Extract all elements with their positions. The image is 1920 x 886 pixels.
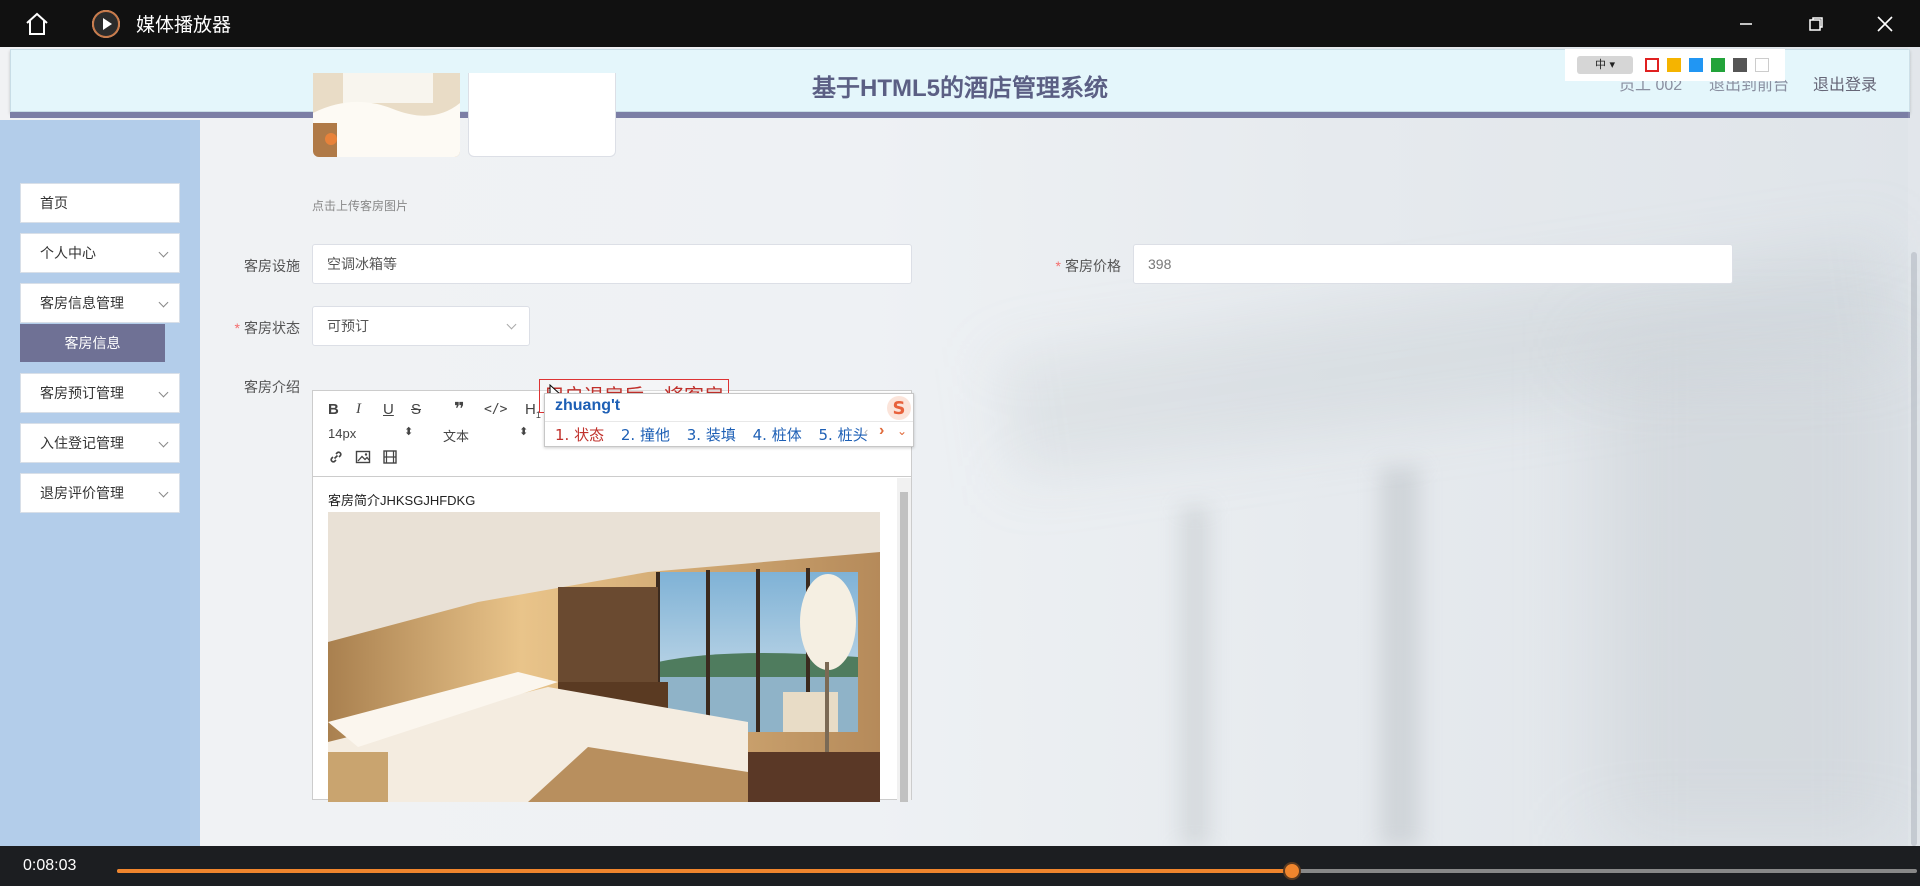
progress-fill — [117, 869, 1292, 873]
sidebar-item-checkout-review[interactable]: 退房评价管理 — [20, 473, 180, 513]
close-icon[interactable] — [1855, 0, 1915, 47]
ime-divider — [545, 421, 913, 422]
link-icon[interactable] — [328, 449, 344, 469]
ime-language-toggle[interactable]: 中 ▾ — [1577, 56, 1633, 74]
facilities-label: 客房设施 — [244, 258, 300, 274]
italic-icon[interactable]: I — [356, 401, 361, 418]
media-player-logo-icon — [92, 9, 120, 38]
required-mark: * — [234, 320, 240, 336]
color-swatch[interactable] — [1733, 58, 1747, 72]
editor-scrollbar-thumb[interactable] — [900, 492, 908, 802]
ime-pinyin-input: zhuang't — [555, 397, 621, 414]
color-swatch[interactable] — [1645, 58, 1659, 72]
chevron-down-icon — [158, 487, 169, 498]
ime-candidate[interactable]: 1. 状态 — [555, 426, 604, 444]
underline-icon[interactable]: U — [383, 401, 394, 418]
sidebar-item-label: 客房预订管理 — [40, 385, 124, 401]
color-swatch[interactable] — [1689, 58, 1703, 72]
status-select-value: 可预订 — [327, 318, 369, 334]
color-swatch[interactable] — [1711, 58, 1725, 72]
sogou-logo-icon: S — [885, 394, 913, 427]
upload-hint: 点击上传客房图片 — [312, 199, 409, 213]
ime-candidate[interactable]: 3. 装填 — [687, 426, 736, 444]
status-label: * 客房状态 — [200, 318, 300, 338]
editor-content[interactable]: 客房简介JHKSGJHFDKG — [313, 478, 911, 802]
background-blur — [1180, 507, 1210, 846]
sidebar-item-booking[interactable]: 客房预订管理 — [20, 373, 180, 413]
player-titlebar: 媒体播放器 — [0, 0, 1920, 47]
sidebar-item-label: 个人中心 — [40, 245, 96, 261]
player-title: 媒体播放器 — [136, 14, 232, 36]
background-blur — [1600, 347, 1900, 846]
player-controls: 0:08:03 — [0, 846, 1920, 886]
svg-text:S: S — [893, 398, 906, 419]
sidebar-item-label: 入住登记管理 — [40, 435, 124, 451]
ime-candidate[interactable]: 2. 撞他 — [621, 426, 670, 444]
ime-toolbar: 中 ▾ — [1565, 49, 1785, 81]
page-scrollbar[interactable] — [1908, 47, 1920, 846]
sidebar-item-room-info[interactable]: 客房信息管理 — [20, 283, 180, 323]
page-scrollbar-thumb[interactable] — [1911, 252, 1917, 846]
select-arrows-icon: ⬍ — [519, 426, 529, 438]
sidebar-item-label: 首页 — [40, 195, 68, 211]
font-size-select[interactable]: 14px — [328, 426, 356, 441]
image-icon[interactable] — [355, 449, 371, 469]
background-blur — [1380, 467, 1420, 846]
playback-time: 0:08:03 — [23, 857, 77, 874]
rich-text-editor: B I U S ❞ </> H1 14px ⬍ 文本 ⬍ 客房简介JHKSGJH… — [312, 390, 912, 802]
status-select[interactable]: 可预订 — [312, 306, 530, 346]
ime-candidates: 1. 状态 2. 撞他 3. 装填 4. 桩体 5. 桩头 — [555, 424, 880, 445]
price-input[interactable]: 398 — [1133, 244, 1733, 284]
chevron-down-icon — [506, 319, 517, 330]
next-page-icon[interactable]: › — [879, 422, 884, 440]
color-swatch[interactable] — [1755, 58, 1769, 72]
intro-label: 客房介绍 — [244, 379, 300, 395]
code-icon[interactable]: </> — [484, 402, 507, 417]
minimize-icon[interactable] — [1716, 0, 1776, 47]
color-swatch[interactable] — [1667, 58, 1681, 72]
sidebar-item-profile[interactable]: 个人中心 — [20, 233, 180, 273]
sidebar-item-label: 客房信息管理 — [40, 295, 124, 311]
chevron-down-icon — [158, 297, 169, 308]
sidebar-subitem-room-info[interactable]: 客房信息 — [20, 324, 165, 362]
ime-color-swatches — [1645, 58, 1777, 72]
room-image-thumbnail[interactable] — [313, 73, 460, 157]
editor-scrollbar[interactable] — [897, 478, 911, 802]
strikethrough-icon[interactable]: S — [411, 401, 421, 418]
progress-knob[interactable] — [1283, 862, 1301, 880]
price-label-text: 客房价格 — [1065, 258, 1121, 274]
facilities-input[interactable]: 空调冰箱等 — [312, 244, 912, 284]
select-arrows-icon: ⬍ — [404, 426, 414, 438]
required-mark: * — [1055, 258, 1061, 274]
chevron-down-icon — [158, 247, 169, 258]
hotel-room-photo — [328, 512, 880, 802]
bold-icon[interactable]: B — [328, 401, 339, 418]
sidebar-item-home[interactable]: 首页 — [20, 183, 180, 223]
prev-page-icon[interactable]: ‹ — [864, 424, 868, 439]
logout-link[interactable]: 退出登录 — [1813, 71, 1877, 95]
video-icon[interactable] — [382, 449, 398, 469]
ime-candidate-window: zhuang't S 1. 状态 2. 撞他 3. 装填 4. 桩体 5. 桩头… — [544, 393, 914, 447]
hotel-admin-page: 基于HTML5的酒店管理系统 员工 002 退出到前台 退出登录 首页 个人中心… — [0, 47, 1920, 846]
ime-candidate[interactable]: 4. 桩体 — [753, 426, 802, 444]
chevron-down-icon — [158, 387, 169, 398]
expand-icon[interactable]: ⌄ — [897, 424, 907, 438]
ime-candidate[interactable]: 5. 桩头 — [819, 426, 868, 444]
status-label-text: 客房状态 — [244, 320, 300, 336]
sidebar-item-checkin[interactable]: 入住登记管理 — [20, 423, 180, 463]
header-underline — [10, 112, 1910, 118]
blockquote-icon[interactable]: ❞ — [454, 399, 465, 420]
home-icon[interactable] — [20, 7, 54, 41]
sidebar-item-label: 退房评价管理 — [40, 485, 124, 501]
upload-image-box[interactable] — [468, 73, 616, 157]
price-label: * 客房价格 — [1020, 256, 1121, 276]
sidebar: 首页 个人中心 客房信息管理 客房信息 客房预订管理 入住登记管理 退房评价管理 — [0, 120, 200, 846]
text-style-select[interactable]: 文本 — [443, 426, 469, 445]
editor-text-line: 客房简介JHKSGJHFDKG — [328, 493, 476, 508]
chevron-down-icon — [158, 437, 169, 448]
restore-icon[interactable] — [1786, 0, 1846, 47]
